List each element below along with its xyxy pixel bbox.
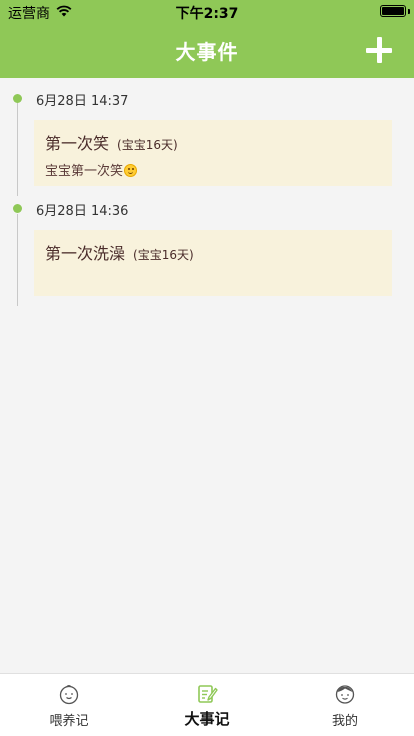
baby-face-icon xyxy=(59,685,79,705)
tab-label: 大事记 xyxy=(184,710,230,728)
person-face-icon xyxy=(335,685,355,704)
timeline-line xyxy=(17,214,18,306)
event-title-row: 第一次洗澡 (宝宝16天) xyxy=(45,240,194,264)
tab-milestones[interactable]: 大事记 xyxy=(138,674,276,736)
event-title-row: 第一次笑 (宝宝16天) xyxy=(45,130,178,154)
clock: 下午2:37 xyxy=(175,6,239,22)
timeline-line xyxy=(17,102,18,196)
event-card[interactable]: 第一次洗澡 (宝宝16天) xyxy=(34,230,392,296)
event-description: 宝宝第一次笑 xyxy=(45,164,124,179)
notebook-pen-icon xyxy=(198,685,218,703)
event-card[interactable]: 第一次笑 (宝宝16天) 宝宝第一次笑 xyxy=(34,120,392,186)
battery-tip xyxy=(408,9,410,14)
timeline-dot xyxy=(13,94,22,103)
tab-bar: 喂养记 大事记 我的 xyxy=(0,673,414,736)
navigation-bar: 运营商 下午2:37 大事件 xyxy=(0,0,414,78)
tab-label: 我的 xyxy=(331,714,358,729)
event-title: 第一次笑 xyxy=(45,134,110,153)
event-title: 第一次洗澡 xyxy=(45,244,126,263)
tab-label: 喂养记 xyxy=(49,714,89,729)
page-title: 大事件 xyxy=(175,40,239,64)
event-description-row: 宝宝第一次笑 xyxy=(45,160,138,179)
status-bar: 运营商 下午2:37 xyxy=(0,0,414,22)
battery-icon xyxy=(380,5,406,17)
add-event-button[interactable] xyxy=(366,37,392,63)
baby-age: (宝宝16天) xyxy=(117,138,178,152)
timeline-dot xyxy=(13,204,22,213)
smiley-emoji-icon xyxy=(124,164,138,177)
event-time: 6月28日 14:36 xyxy=(36,204,129,219)
baby-age: (宝宝16天) xyxy=(133,248,194,262)
tab-feeding[interactable]: 喂养记 xyxy=(0,674,138,736)
event-time: 6月28日 14:37 xyxy=(36,94,129,109)
tab-profile[interactable]: 我的 xyxy=(276,674,414,736)
